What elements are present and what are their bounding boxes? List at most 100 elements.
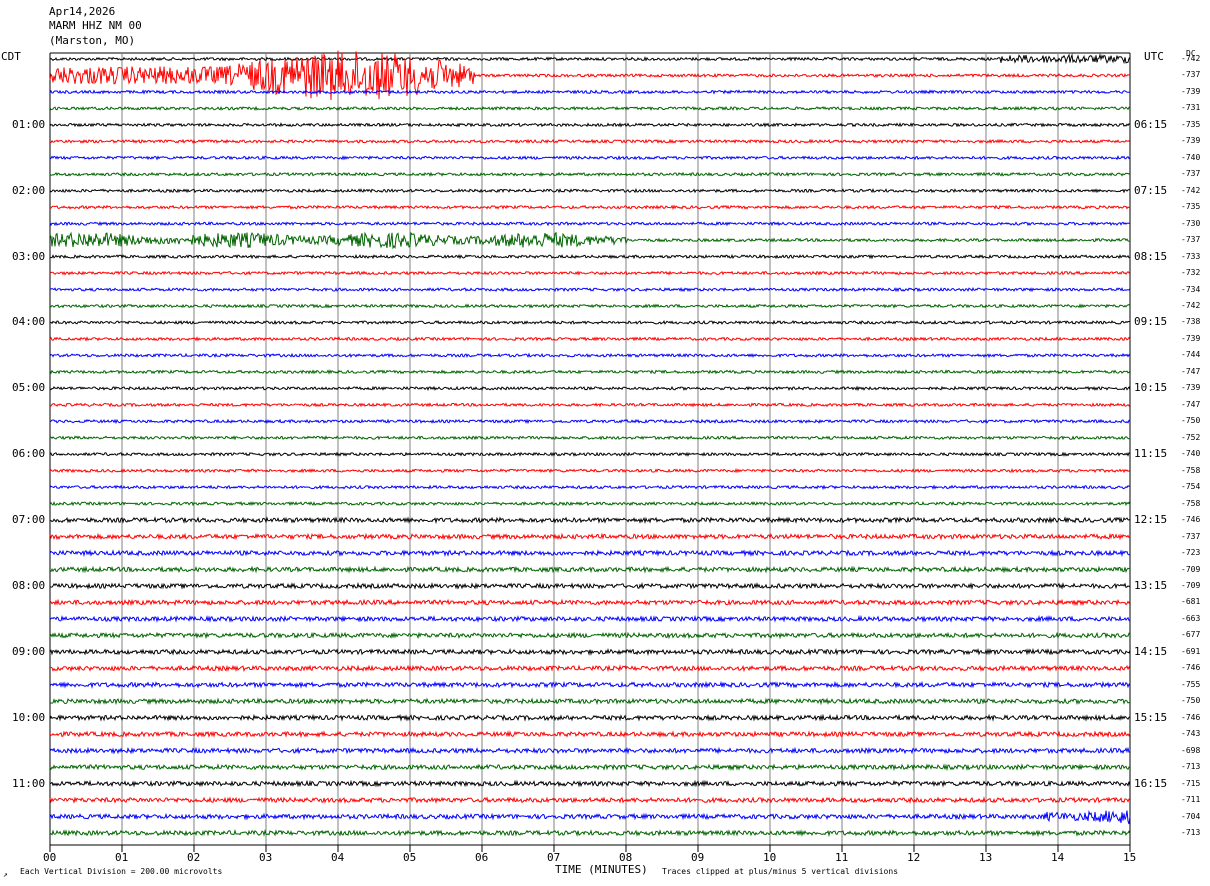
x-tick-label-03: 03 [259,851,273,864]
dc-offset-label: -747 [1181,399,1201,409]
dc-offset-label: -746 [1181,712,1201,722]
trace-line-42 [49,746,1131,755]
left-hour-label: 05:00 [12,381,46,395]
trace-line-32 [49,581,1131,591]
right-hour-label: 06:15 [1134,117,1168,131]
right-hour-label: 12:15 [1134,513,1168,527]
trace-line-12 [49,253,1131,260]
trace-line-6 [49,155,1131,161]
station-code: MARM HHZ NM 00 [49,19,142,32]
right-hour-label: 15:15 [1134,710,1168,724]
left-hour-label: 09:00 [12,644,46,658]
dc-offset-label: -713 [1181,762,1201,772]
trace-line-47 [49,829,1131,838]
trace-line-28 [49,516,1131,525]
trace-line-46 [49,809,1131,825]
left-hour-label: 07:00 [12,513,46,527]
station-location: (Marston, MO) [49,34,136,47]
trace-line-2 [49,89,1130,95]
dc-offset-label: -742 [1181,185,1201,195]
right-hour-label: 13:15 [1134,578,1168,592]
dc-offset-label: -755 [1181,679,1201,689]
plot-date: Apr14,2026 [49,5,116,18]
trace-line-45 [49,796,1131,805]
x-axis-title: TIME (MINUTES) [555,863,648,876]
trace-line-44 [49,779,1131,788]
x-tick-label-06: 06 [475,851,489,864]
dc-offset-label: -715 [1181,778,1201,788]
dc-offset-label: -663 [1181,613,1201,623]
trace-line-26 [49,484,1131,490]
trace-line-7 [49,171,1131,178]
dc-offset-label: -739 [1181,333,1201,343]
dc-offset-label: -732 [1181,268,1201,278]
x-tick-label-14: 14 [1051,851,1065,864]
trace-line-13 [49,270,1131,276]
trace-line-39 [49,697,1131,706]
x-tick-label-05: 05 [403,851,417,864]
dc-offset-label: -746 [1181,515,1201,525]
dc-offset-label: -739 [1181,86,1201,96]
dc-offset-label: -742 [1181,54,1201,63]
dc-offset-label: -737 [1181,235,1201,245]
trace-lines [49,50,1131,838]
scale-note: Each Vertical Division = 200.00 microvol… [20,867,223,876]
trace-line-18 [49,352,1131,359]
dc-offset-label: -737 [1181,531,1201,541]
trace-line-8 [49,188,1130,194]
trace-line-37 [49,664,1131,673]
trace-line-43 [49,763,1131,772]
dc-offset-label: -731 [1181,103,1201,113]
dc-offset-label: -733 [1181,251,1201,261]
trace-line-25 [49,468,1131,474]
right-hour-label: 08:15 [1134,249,1168,263]
right-hour-label: 07:15 [1134,183,1168,197]
left-hour-label: 02:00 [12,183,46,197]
dc-offset-label: -758 [1181,498,1201,508]
dc-offset-label: -750 [1181,696,1201,706]
trace-line-17 [49,336,1131,342]
trace-line-3 [49,105,1131,112]
trace-line-11 [49,231,1131,250]
dc-offset-label: -737 [1181,169,1201,179]
dc-offset-label: -744 [1181,350,1201,360]
dc-offset-label: -698 [1181,745,1201,755]
x-tick-label-15: 15 [1123,851,1137,864]
dc-offset-label: -740 [1181,449,1201,459]
trace-line-9 [49,204,1131,211]
trace-line-21 [49,402,1131,408]
trace-line-15 [49,303,1131,309]
right-hour-label: 10:15 [1134,381,1168,395]
left-timezone-label: CDT [1,50,21,63]
trace-line-36 [49,647,1131,656]
x-tick-label-13: 13 [979,851,993,864]
helicorder-plot [49,50,1131,852]
dc-offset-label: -734 [1181,284,1201,294]
dc-offset-label: -738 [1181,317,1201,327]
x-tick-label-04: 04 [331,851,345,864]
x-tick-label-00: 00 [43,851,57,864]
dc-offset-label: -740 [1181,152,1201,162]
trace-line-34 [49,614,1131,623]
dc-offset-label: -750 [1181,416,1201,426]
dc-offset-label: -709 [1181,580,1201,590]
x-tick-label-10: 10 [763,851,777,864]
trace-line-5 [49,138,1131,144]
dc-offset-label: -723 [1181,548,1201,558]
left-hour-label: 04:00 [12,315,46,329]
trace-line-14 [49,286,1131,293]
trace-line-10 [49,221,1131,227]
x-tick-label-01: 01 [115,851,129,864]
dc-offset-label: -730 [1181,218,1201,228]
right-hour-label: 14:15 [1134,644,1168,658]
dc-offset-label: -704 [1181,811,1201,821]
clip-note: Traces clipped at plus/minus 5 vertical … [662,867,899,876]
trace-line-19 [49,369,1131,375]
dc-offset-label: -677 [1181,630,1201,640]
trace-line-23 [49,435,1131,441]
left-hour-label: 06:00 [12,447,46,461]
dc-offset-label: -735 [1181,202,1201,212]
trace-line-4 [49,122,1131,128]
dc-offset-label: -747 [1181,366,1201,376]
x-axis-ticks [49,844,1131,852]
